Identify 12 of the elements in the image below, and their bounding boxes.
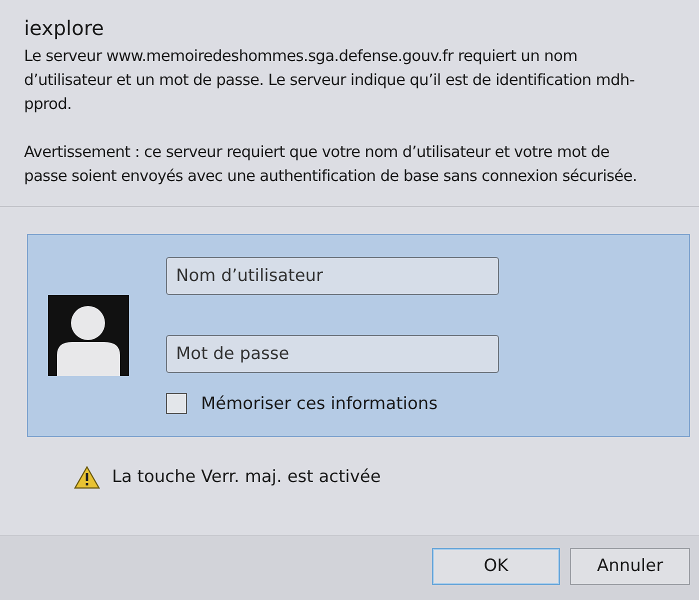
remember-checkbox[interactable]: [166, 393, 187, 414]
ok-button[interactable]: OK: [432, 548, 560, 584]
caps-lock-warning: La touche Verr. maj. est activée: [112, 467, 381, 487]
security-warning: Avertissement : ce serveur requiert que votre nom d’utilisateur et votre mot de passe soient envoyés avec une authentification de base sans connexion sécurisée.: [24, 142, 638, 187]
user-avatar-icon: [48, 295, 129, 376]
warning-icon: [74, 466, 100, 488]
password-field[interactable]: Mot de passe: [166, 335, 499, 373]
username-field[interactable]: Nom d’utilisateur: [166, 257, 499, 295]
cancel-button[interactable]: Annuler: [570, 548, 690, 584]
remember-label: Mémoriser ces informations: [201, 394, 438, 414]
window-title: iexplore: [24, 15, 105, 42]
server-message: Le serveur www.memoiredeshommes.sga.defense.gouv.fr requiert un nom d’utilisateur et un mot de passe. Le serveur indique qu’il est de identification mdh-pprod.: [24, 46, 636, 115]
